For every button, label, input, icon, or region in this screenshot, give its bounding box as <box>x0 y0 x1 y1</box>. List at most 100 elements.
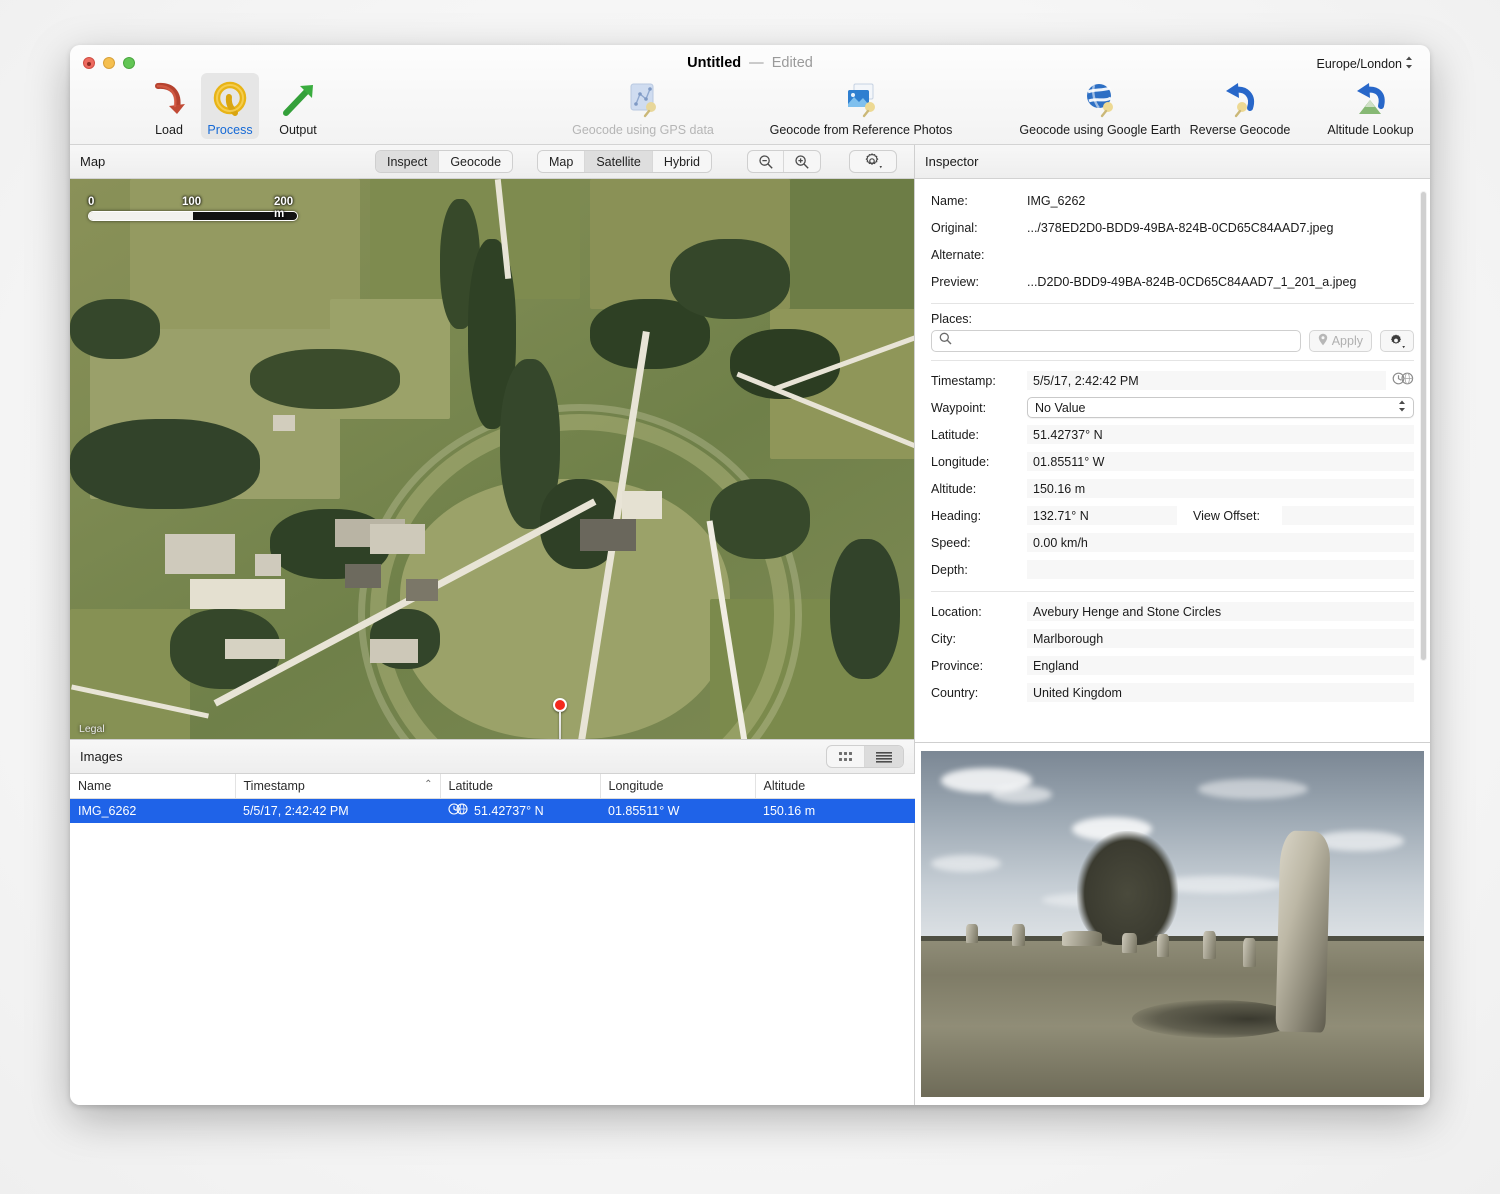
photos-pin-icon <box>841 80 881 120</box>
images-view-toggle[interactable] <box>826 745 904 768</box>
map-scalebar: 0 100 200 m <box>88 196 298 221</box>
toolbar-item-process[interactable]: Process <box>201 73 259 139</box>
photo-preview-image[interactable] <box>921 751 1424 1097</box>
zoom-out-button[interactable] <box>748 151 784 172</box>
map-settings-button[interactable] <box>849 150 897 173</box>
scalebar-tick-200: 200 m <box>274 196 294 220</box>
chevron-updown-icon <box>1398 400 1406 415</box>
cell-latitude-value: 51.42737° N <box>474 803 544 818</box>
app-window: Untitled — Edited Europe/London Load Pro… <box>70 45 1430 1105</box>
inspector-row-preview: Preview: ...D2D0-BDD9-49BA-824B-0CD65C84… <box>931 268 1414 295</box>
field-label: Alternate: <box>931 247 985 262</box>
field-label: Timestamp: <box>931 373 996 388</box>
view-offset-field[interactable] <box>1282 506 1414 525</box>
toolbar-item-output[interactable]: Output <box>269 73 327 139</box>
timezone-popup-button[interactable]: Europe/London <box>1314 55 1417 73</box>
images-panel-header: Images <box>70 740 914 774</box>
list-view-button[interactable] <box>865 746 903 767</box>
images-panel-title: Images <box>80 749 123 764</box>
process-q-icon <box>210 80 250 120</box>
location-field[interactable]: Avebury Henge and Stone Circles <box>1027 602 1414 621</box>
places-search-row: Apply <box>931 330 1414 352</box>
map-legal-link[interactable]: Legal <box>79 723 105 735</box>
gear-dropdown-icon <box>1390 334 1405 348</box>
places-settings-button[interactable] <box>1380 330 1414 352</box>
depth-field[interactable] <box>1027 560 1414 579</box>
cell-longitude: 01.85511° W <box>600 798 755 823</box>
country-field[interactable]: United Kingdom <box>1027 683 1414 702</box>
column-header-altitude[interactable]: Altitude <box>755 774 915 799</box>
images-table[interactable]: Name Timestamp ⌃ Latitude Longitude Alti… <box>70 774 915 823</box>
column-header-name[interactable]: Name <box>70 774 236 799</box>
column-header-latitude[interactable]: Latitude <box>440 774 601 799</box>
timestamp-field[interactable]: 5/5/17, 2:42:42 PM <box>1027 371 1386 390</box>
segment-map[interactable]: Map <box>538 151 586 172</box>
segment-inspect[interactable]: Inspect <box>376 151 440 172</box>
toolbar-item-label: Load <box>155 123 183 137</box>
scalebar-tick-100: 100 <box>182 196 202 208</box>
toolbar-item-label: Process <box>207 123 253 137</box>
field-value: 132.71° N <box>1033 508 1089 523</box>
photo-distant-stone <box>1157 934 1170 957</box>
province-field[interactable]: England <box>1027 656 1414 675</box>
search-input[interactable] <box>958 334 1293 348</box>
speed-field[interactable]: 0.00 km/h <box>1027 533 1414 552</box>
segment-hybrid[interactable]: Hybrid <box>652 151 711 172</box>
apply-place-button[interactable]: Apply <box>1308 330 1372 352</box>
inspector-row-heading: Heading: 132.71° N View Offset: <box>931 502 1414 529</box>
window-titlebar: Untitled — Edited Europe/London Load Pro… <box>70 45 1430 145</box>
field-value: IMG_6262 <box>1027 193 1086 208</box>
grid-view-button[interactable] <box>827 746 865 767</box>
zoom-in-button[interactable] <box>784 151 820 172</box>
altitude-arrow-icon <box>1351 80 1391 120</box>
output-arrow-icon <box>278 80 318 120</box>
field-label: Waypoint: <box>931 400 987 415</box>
timezone-value: Europe/London <box>1316 57 1403 71</box>
field-label: Depth: <box>931 562 968 577</box>
toolbar-item-geocode-gps[interactable]: Geocode using GPS data <box>553 73 733 139</box>
city-field[interactable]: Marlborough <box>1027 629 1414 648</box>
inspector-row-alternate: Alternate: <box>931 241 1414 268</box>
chevron-updown-glyph <box>1406 56 1412 69</box>
altitude-field[interactable]: 150.16 m <box>1027 479 1414 498</box>
column-header-timestamp[interactable]: Timestamp ⌃ <box>235 774 441 799</box>
field-label: Name: <box>931 193 968 208</box>
map-mode-segmented-control[interactable]: Inspect Geocode <box>375 150 514 173</box>
field-value: Avebury Henge and Stone Circles <box>1033 604 1222 619</box>
inspector-scroll-area[interactable]: Name: IMG_6262 Original: .../378ED2D0-BD… <box>915 179 1430 742</box>
toolbar-item-load[interactable]: Load <box>146 73 192 139</box>
longitude-field[interactable]: 01.85511° W <box>1027 452 1414 471</box>
toolbar-item-label: Altitude Lookup <box>1327 123 1414 137</box>
divider <box>931 360 1414 361</box>
clock-globe-icon[interactable] <box>1392 372 1414 390</box>
map-zoom-controls[interactable] <box>747 150 821 173</box>
map-location-pin[interactable] <box>553 698 567 739</box>
column-header-longitude[interactable]: Longitude <box>600 774 756 799</box>
field-label: Heading: <box>931 508 982 523</box>
column-header-label: Timestamp <box>243 778 305 793</box>
latitude-field[interactable]: 51.42737° N <box>1027 425 1414 444</box>
inspector-row-country: Country: United Kingdom <box>931 679 1414 706</box>
toolbar-item-reverse-geocode[interactable]: Reverse Geocode <box>1175 73 1305 139</box>
table-row[interactable]: IMG_6262 5/5/17, 2:42:42 PM 51.42737° N … <box>70 798 915 823</box>
cell-timestamp: 5/5/17, 2:42:42 PM <box>235 798 440 823</box>
toolbar-item-geocode-reference-photos[interactable]: Geocode from Reference Photos <box>745 73 977 139</box>
inspector-row-original: Original: .../378ED2D0-BDD9-49BA-824B-0C… <box>931 214 1414 241</box>
inspector-scrollbar[interactable] <box>1420 191 1427 661</box>
satellite-map[interactable]: 0 100 200 m Legal <box>70 179 914 739</box>
segment-satellite[interactable]: Satellite <box>585 151 653 172</box>
field-value: 0.00 km/h <box>1033 535 1088 550</box>
search-icon <box>939 332 952 350</box>
waypoint-popup-button[interactable]: No Value <box>1027 397 1414 418</box>
pin-stick <box>559 712 561 739</box>
toolbar-item-label: Geocode using GPS data <box>572 123 714 137</box>
heading-field[interactable]: 132.71° N <box>1027 506 1177 525</box>
places-search-box[interactable] <box>931 330 1301 352</box>
inspector-row-name: Name: IMG_6262 <box>931 187 1414 214</box>
field-label: Longitude: <box>931 454 990 469</box>
map-type-segmented-control[interactable]: Map Satellite Hybrid <box>537 150 712 173</box>
apply-label: Apply <box>1331 334 1363 348</box>
segment-geocode[interactable]: Geocode <box>439 151 513 172</box>
toolbar-item-altitude-lookup[interactable]: Altitude Lookup <box>1308 73 1430 139</box>
photo-tree <box>1076 830 1178 945</box>
